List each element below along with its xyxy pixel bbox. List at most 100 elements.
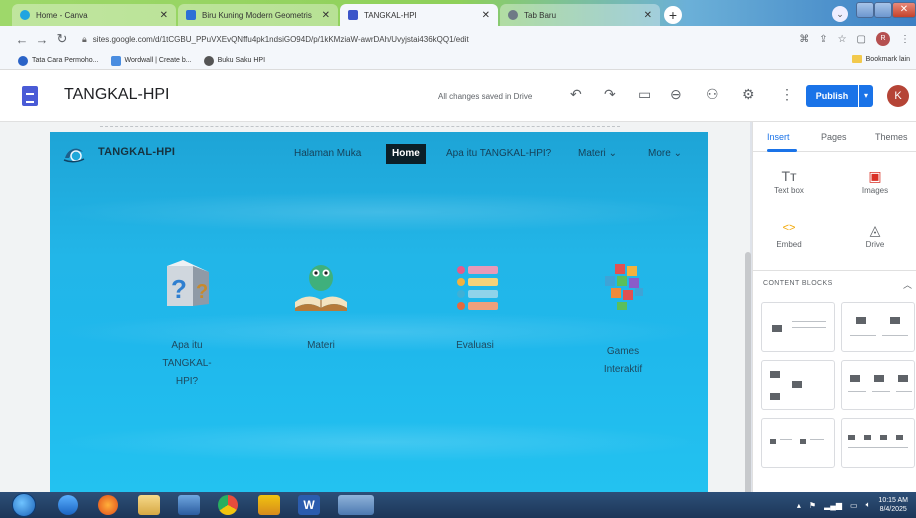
translate-icon[interactable]: ⌘ bbox=[799, 34, 809, 45]
bookmark-label: Wordwall | Create b... bbox=[124, 57, 192, 64]
card-games-interaktif[interactable]: Games Interaktif bbox=[568, 258, 678, 379]
tab-pages[interactable]: Pages bbox=[821, 132, 847, 142]
word-icon[interactable]: W bbox=[298, 495, 320, 515]
publish-options-chevron-icon[interactable]: ▾ bbox=[859, 85, 873, 107]
tab-insert[interactable]: Insert bbox=[767, 132, 790, 142]
reload-icon[interactable]: ↻ bbox=[52, 31, 72, 47]
volume-icon[interactable]: 🔈︎ bbox=[866, 500, 871, 510]
bookmark-wordwall[interactable]: Wordwall | Create b... bbox=[110, 55, 192, 66]
insert-embed[interactable]: <> Embed bbox=[759, 222, 819, 249]
image-placeholder-icon bbox=[770, 439, 776, 444]
minimize-button[interactable] bbox=[856, 2, 874, 18]
menu-icon[interactable]: ⋮ bbox=[900, 34, 910, 45]
publish-button[interactable]: Publish bbox=[806, 85, 858, 107]
nav-halaman-muka[interactable]: Halaman Muka bbox=[294, 144, 361, 164]
other-bookmarks[interactable]: Bookmark lain bbox=[851, 55, 910, 63]
firefox-icon[interactable] bbox=[98, 495, 118, 515]
media-player-icon[interactable] bbox=[178, 495, 200, 515]
add-person-icon[interactable]: ⚇ bbox=[706, 86, 719, 103]
image-placeholder-icon bbox=[848, 435, 855, 440]
side-panel-icon[interactable]: ▢ bbox=[857, 34, 866, 45]
content-block-6[interactable] bbox=[841, 418, 915, 468]
internet-explorer-icon[interactable] bbox=[58, 495, 78, 515]
image-placeholder-icon bbox=[898, 375, 908, 382]
bookmark-label: Tata Cara Permoho... bbox=[32, 57, 99, 64]
insert-drive[interactable]: ◬ Drive bbox=[845, 222, 905, 249]
profile-avatar[interactable]: R bbox=[876, 32, 890, 46]
embed-icon: <> bbox=[782, 222, 796, 234]
back-icon[interactable]: ← bbox=[12, 32, 32, 47]
chevron-up-icon[interactable]: ︿ bbox=[903, 278, 912, 291]
site-document-title[interactable]: TANGKAL-HPI bbox=[64, 86, 170, 104]
url-input[interactable]: 🔒︎ sites.google.com/d/1tCGBU_PPuVXEvQNff… bbox=[82, 30, 782, 48]
clock[interactable]: 10:15 AM 8/4/2025 bbox=[878, 496, 908, 514]
bookmark-tata-cara[interactable]: Tata Cara Permoho... bbox=[18, 55, 99, 66]
content-block-1[interactable] bbox=[761, 302, 835, 352]
battery-icon[interactable]: ▭ bbox=[850, 501, 858, 510]
nav-home[interactable]: Home bbox=[386, 144, 426, 164]
nav-label: Materi bbox=[578, 148, 606, 159]
other-bookmarks-label: Bookmark lain bbox=[865, 55, 910, 63]
file-explorer-icon[interactable] bbox=[138, 495, 160, 515]
link-icon[interactable]: ⊖ bbox=[670, 86, 682, 103]
user-avatar[interactable]: K bbox=[887, 85, 909, 107]
clock-time: 10:15 AM bbox=[878, 497, 908, 504]
active-tab-indicator bbox=[767, 149, 797, 152]
editor-canvas: TANGKAL-HPI Halaman Muka Home Apa itu TA… bbox=[0, 122, 751, 510]
start-button[interactable] bbox=[12, 493, 36, 517]
checklist-icon bbox=[457, 266, 498, 310]
image-placeholder-icon bbox=[890, 317, 900, 324]
card-label-line: Materi bbox=[307, 340, 335, 351]
redo-icon[interactable]: ↷ bbox=[604, 86, 616, 103]
nav-more[interactable]: More ⌄ bbox=[648, 144, 682, 164]
settings-gear-icon[interactable]: ⚙ bbox=[742, 86, 755, 103]
content-block-2[interactable] bbox=[841, 302, 915, 352]
nav-materi[interactable]: Materi ⌄ bbox=[578, 144, 617, 164]
bookmark-icon bbox=[110, 55, 121, 66]
content-block-4[interactable] bbox=[841, 360, 915, 410]
card-apa-itu[interactable]: ? ? Apa itu TANGKAL- HPI? bbox=[132, 258, 242, 391]
text-line bbox=[792, 327, 826, 328]
content-block-5[interactable] bbox=[761, 418, 835, 468]
text-line bbox=[848, 447, 908, 448]
image-placeholder-icon bbox=[792, 381, 802, 388]
water-texture bbox=[50, 192, 708, 232]
card-evaluasi[interactable]: Evaluasi bbox=[420, 258, 530, 355]
more-options-icon[interactable]: ⋮ bbox=[780, 86, 794, 103]
url-text: sites.google.com/d/1tCGBU_PPuVXEvQNffu4p… bbox=[92, 34, 469, 44]
text-line bbox=[810, 439, 824, 440]
insert-images[interactable]: ▣ Images bbox=[845, 168, 905, 195]
nav-apa-itu[interactable]: Apa itu TANGKAL-HPI? bbox=[446, 144, 551, 164]
site-page-preview[interactable]: TANGKAL-HPI Halaman Muka Home Apa itu TA… bbox=[50, 132, 708, 492]
image-placeholder-icon bbox=[874, 375, 884, 382]
folder-app-icon[interactable] bbox=[258, 495, 280, 515]
item-label: Images bbox=[861, 186, 889, 195]
text-line bbox=[780, 439, 792, 440]
show-hidden-icons-icon[interactable]: ▴ bbox=[797, 501, 801, 510]
site-logo-icon[interactable] bbox=[62, 144, 86, 164]
preview-icon[interactable]: ▭ bbox=[638, 86, 651, 103]
chrome-icon[interactable] bbox=[218, 495, 238, 515]
undo-icon[interactable]: ↶ bbox=[570, 86, 582, 103]
share-icon[interactable]: ⇪ bbox=[819, 34, 827, 45]
content-block-3[interactable] bbox=[761, 360, 835, 410]
save-status: All changes saved in Drive bbox=[438, 92, 533, 101]
card-materi[interactable]: Materi bbox=[266, 258, 376, 355]
text-line bbox=[872, 391, 890, 392]
card-label-line: HPI? bbox=[175, 376, 199, 387]
maximize-button[interactable] bbox=[874, 2, 892, 18]
flag-icon[interactable]: ⚑ bbox=[809, 501, 816, 510]
forward-icon[interactable]: → bbox=[32, 32, 52, 47]
insert-text-box[interactable]: Tт Text box bbox=[759, 168, 819, 195]
tab-themes[interactable]: Themes bbox=[875, 132, 908, 142]
active-chrome-window-icon[interactable] bbox=[338, 495, 374, 515]
close-window-button[interactable]: ✕ bbox=[892, 2, 916, 18]
canvas-scrollbar[interactable] bbox=[745, 252, 751, 510]
star-icon[interactable]: ☆ bbox=[838, 34, 847, 45]
card-label: Evaluasi bbox=[420, 337, 530, 355]
sites-doc-icon[interactable] bbox=[22, 86, 38, 106]
site-name[interactable]: TANGKAL-HPI bbox=[98, 146, 175, 158]
network-signal-icon[interactable]: ▂▄▆ bbox=[824, 501, 842, 510]
bookmark-buku-saku[interactable]: Buku Saku HPI bbox=[203, 55, 265, 66]
card-label-line: TANGKAL- bbox=[162, 358, 212, 369]
